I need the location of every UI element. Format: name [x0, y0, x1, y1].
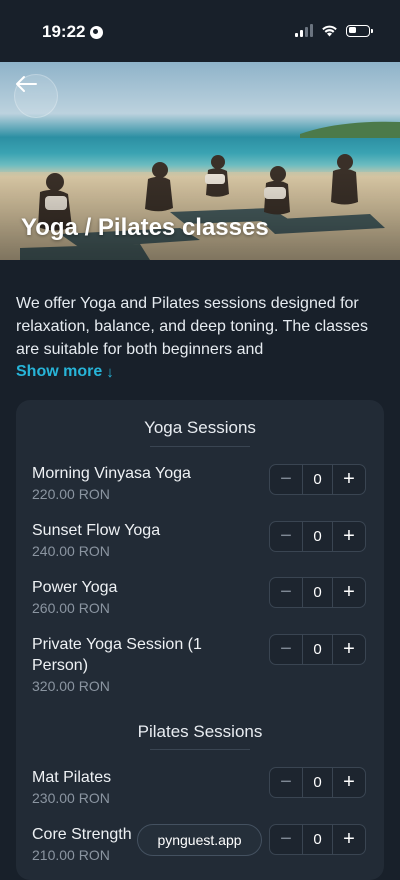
quantity-stepper: − 0 + [269, 521, 366, 552]
increment-button[interactable]: + [333, 525, 365, 548]
quantity-stepper: − 0 + [269, 767, 366, 798]
page-title: Yoga / Pilates classes [21, 214, 269, 241]
quantity-stepper: − 0 + [269, 464, 366, 495]
watermark-badge: pynguest.app [137, 824, 262, 856]
quantity-value: 0 [302, 465, 333, 494]
show-more-label: Show more [16, 363, 103, 380]
item-name: Mat Pilates [32, 769, 112, 786]
section-title-pilates: Pilates Sessions [137, 722, 263, 741]
status-bar: 19:22 [0, 0, 400, 62]
increment-button[interactable]: + [333, 828, 365, 851]
arrow-down-icon: ↓ [106, 363, 114, 381]
increment-button[interactable]: + [333, 638, 365, 661]
hero-image: Yoga / Pilates classes [0, 62, 400, 260]
status-icons [295, 24, 373, 37]
increment-button[interactable]: + [333, 771, 365, 794]
item-price: 210.00 RON [32, 847, 110, 863]
wifi-icon [322, 25, 337, 37]
section-divider [150, 446, 250, 447]
item-price: 240.00 RON [32, 543, 110, 559]
cellular-signal-icon [295, 24, 313, 37]
decrement-button[interactable]: − [270, 468, 302, 491]
decrement-button[interactable]: − [270, 525, 302, 548]
quantity-stepper: − 0 + [269, 577, 366, 608]
decrement-button[interactable]: − [270, 638, 302, 661]
section-title-yoga: Yoga Sessions [144, 418, 256, 437]
item-price: 320.00 RON [32, 678, 110, 694]
item-price: 260.00 RON [32, 600, 110, 616]
item-name: Morning Vinyasa Yoga [32, 465, 191, 482]
quantity-value: 0 [302, 578, 333, 607]
back-button[interactable] [14, 74, 58, 118]
battery-icon [346, 24, 373, 37]
arrow-left-icon [16, 76, 37, 92]
quantity-stepper: − 0 + [269, 634, 366, 665]
clock-text: 19:22 [42, 22, 86, 41]
decrement-button[interactable]: − [270, 828, 302, 851]
show-more-link[interactable]: Show more ↓ [16, 363, 114, 381]
decrement-button[interactable]: − [270, 581, 302, 604]
increment-button[interactable]: + [333, 581, 365, 604]
globe-icon [90, 25, 104, 39]
quantity-value: 0 [302, 522, 333, 551]
item-price: 230.00 RON [32, 790, 110, 806]
description-text: We offer Yoga and Pilates sessions desig… [16, 295, 368, 358]
increment-button[interactable]: + [333, 468, 365, 491]
quantity-stepper: − 0 + [269, 824, 366, 855]
status-time: 19:22 [42, 22, 104, 42]
item-price: 220.00 RON [32, 486, 110, 502]
quantity-value: 0 [302, 768, 333, 797]
quantity-value: 0 [302, 825, 333, 854]
quantity-value: 0 [302, 635, 333, 664]
item-name: Private Yoga Session (1 Person) [32, 636, 202, 674]
item-name: Sunset Flow Yoga [32, 522, 161, 539]
decrement-button[interactable]: − [270, 771, 302, 794]
sessions-card: Yoga Sessions Morning Vinyasa Yoga 220.0… [16, 400, 384, 880]
section-divider [150, 749, 250, 750]
item-name: Power Yoga [32, 579, 118, 596]
